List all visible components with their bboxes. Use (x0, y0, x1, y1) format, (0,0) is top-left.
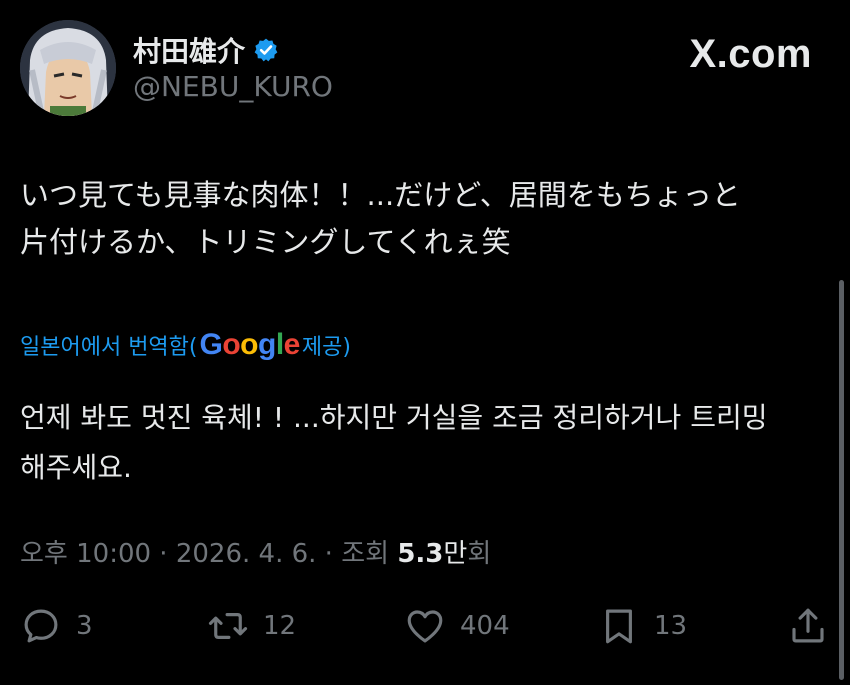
like-button[interactable]: 404 (404, 605, 510, 647)
meta-separator: · (316, 539, 342, 569)
x-logo-brand: X.com (689, 32, 812, 76)
share-button[interactable] (787, 605, 829, 647)
tweet-text-line-1: いつ見ても見事な肉体！！...だけど、居間をもちょっと (20, 178, 741, 212)
author-display-name[interactable]: 村田雄介 (133, 30, 279, 70)
views-suffix: 회 (467, 539, 492, 569)
avatar-illustration (20, 20, 116, 116)
translated-text-line-1: 언제 봐도 멋진 육체! ! ...하지만 거실을 조금 정리하거나 트리밍 (20, 401, 768, 434)
translated-text-line-2: 해주세요. (20, 451, 132, 484)
reply-icon (24, 609, 58, 643)
verified-badge-icon (254, 38, 278, 62)
tweet-date[interactable]: 2026. 4. 6. (176, 539, 317, 569)
scrollbar[interactable] (839, 280, 844, 680)
google-letter: g (258, 328, 276, 361)
author-handle[interactable]: @NEBU_KURO (133, 70, 333, 103)
meta-separator: · (151, 539, 176, 569)
views-label: 조회 (341, 539, 398, 569)
avatar[interactable] (20, 20, 116, 116)
views-unit: 만 (443, 539, 468, 569)
bookmark-button[interactable]: 13 (598, 605, 687, 647)
author-name-text: 村田雄介 (133, 35, 246, 68)
heart-icon (407, 610, 443, 643)
tweet-text-line-2: 片付けるか、トリミングしてくれぇ笑 (20, 225, 511, 259)
translation-attribution[interactable]: 일본어에서 번역함( Google 제공) (20, 328, 351, 362)
repost-count: 12 (263, 611, 297, 641)
tweet-meta: 오후 10:00 · 2026. 4. 6. · 조회 5.3만회 (20, 533, 491, 570)
views-count: 5.3 (397, 539, 444, 569)
tweet-text: いつ見ても見事な肉体！！...だけど、居間をもちょっと 片付けるか、トリミングし… (20, 172, 830, 266)
google-letter: o (222, 328, 241, 361)
reply-count: 3 (76, 611, 93, 641)
like-count: 404 (460, 611, 510, 641)
reply-button[interactable]: 3 (20, 605, 93, 647)
repost-button[interactable]: 12 (207, 605, 296, 647)
translation-prefix: 일본어에서 번역함( (20, 335, 198, 360)
translation-suffix: 제공) (301, 335, 351, 360)
bookmark-icon (606, 609, 632, 644)
action-bar: 3 12 404 13 (0, 605, 850, 655)
google-letter: l (275, 328, 284, 361)
google-letter: G (199, 328, 223, 361)
google-letter: o (240, 328, 258, 361)
repost-icon (208, 613, 248, 639)
translated-text: 언제 봐도 멋진 육체! ! ...하지만 거실을 조금 정리하거나 트리밍 해… (20, 393, 830, 493)
bookmark-count: 13 (654, 611, 688, 641)
tweet-time[interactable]: 오후 10:00 (20, 539, 151, 569)
share-icon (792, 608, 824, 643)
google-logo: Google (199, 328, 301, 362)
google-letter: e (283, 328, 301, 361)
